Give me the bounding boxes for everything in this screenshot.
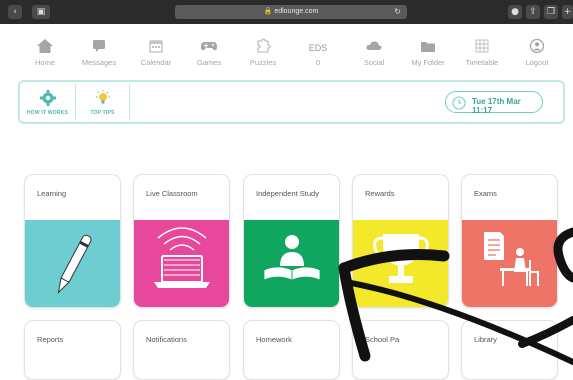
nav-label: Home	[34, 58, 55, 67]
tile-school-pa[interactable]: School Pa	[352, 320, 449, 380]
tile-title: Rewards	[365, 189, 395, 198]
tile-reports[interactable]: Reports	[24, 320, 121, 380]
messages-icon	[67, 38, 131, 54]
tile-title: Library	[474, 335, 497, 344]
nav-item-logout[interactable]: Logout	[505, 38, 569, 67]
trophy-icon	[353, 220, 448, 307]
nav-label: Calendar	[140, 58, 172, 67]
extension-icon[interactable]: ●	[508, 5, 522, 19]
logout-icon	[505, 38, 569, 54]
tile-independent-study[interactable]: Independent Study	[243, 174, 340, 308]
nav-item-eds[interactable]: EDS 0	[286, 42, 350, 67]
how-it-works-label: HOW IT WORKS	[26, 110, 68, 116]
tabs-icon[interactable]: ❐	[544, 5, 558, 19]
laptop-broadcast-icon	[134, 220, 229, 307]
url-text: edlounge.com	[274, 8, 319, 15]
nav-item-messages[interactable]: Messages	[67, 38, 131, 67]
lock-icon: 🔒	[263, 8, 273, 15]
tile-library[interactable]: Library	[461, 320, 558, 380]
gear-icon	[20, 84, 75, 110]
lightbulb-icon	[76, 84, 129, 110]
tile-title: Notifications	[146, 335, 187, 344]
top-tips-label: TOP TIPS	[90, 110, 115, 116]
date-time-display: Tue 17th Mar 11:17	[445, 91, 543, 115]
eds-count: 0	[315, 58, 321, 67]
share-icon[interactable]: ⇧	[526, 5, 540, 19]
exam-desk-icon	[462, 220, 557, 307]
nav-label: My Folder	[411, 58, 445, 67]
browser-toolbar: ‹ ▣ 🔒 edlounge.com ↻ ● ⇧ ❐ +	[0, 0, 573, 24]
back-button[interactable]: ‹	[8, 5, 22, 19]
nav-label: Timetable	[465, 58, 499, 67]
tile-title: Learning	[37, 189, 67, 198]
tile-exams[interactable]: Exams	[461, 174, 558, 308]
top-tips-button[interactable]: TOP TIPS	[76, 84, 130, 120]
eds-label: EDS	[308, 43, 328, 53]
how-it-works-button[interactable]: HOW IT WORKS	[20, 84, 76, 120]
reload-icon[interactable]: ↻	[394, 5, 401, 19]
tile-title: Live Classroom	[146, 189, 198, 198]
tile-title: Reports	[37, 335, 64, 344]
address-bar[interactable]: 🔒 edlounge.com ↻	[175, 5, 407, 19]
tile-title: Homework	[256, 335, 292, 344]
reader-icon	[244, 220, 339, 307]
nav-label: Messages	[81, 58, 117, 67]
pen-icon	[25, 220, 120, 307]
info-bar: HOW IT WORKS TOP TIPS Tue 17th Mar 11:17	[18, 80, 565, 124]
nav-label: Logout	[525, 58, 549, 67]
date-time-text: Tue 17th Mar 11:17	[472, 97, 521, 115]
tile-learning[interactable]: Learning	[24, 174, 121, 308]
top-navigation: Home Messages Calendar Games Puzzles EDS…	[0, 24, 573, 76]
nav-label: Social	[363, 58, 385, 67]
tile-title: Exams	[474, 189, 497, 198]
tile-notifications[interactable]: Notifications	[133, 320, 230, 380]
tile-rewards[interactable]: Rewards	[352, 174, 449, 308]
tile-live-classroom[interactable]: Live Classroom	[133, 174, 230, 308]
tile-title: School Pa	[365, 335, 400, 344]
sidebar-toggle-button[interactable]: ▣	[32, 5, 50, 19]
new-tab-button[interactable]: +	[562, 5, 573, 19]
tile-homework[interactable]: Homework	[243, 320, 340, 380]
nav-label: Puzzles	[249, 58, 277, 67]
nav-label: Games	[196, 58, 222, 67]
clock-icon	[452, 96, 466, 115]
tile-title: Independent Study	[256, 189, 319, 198]
